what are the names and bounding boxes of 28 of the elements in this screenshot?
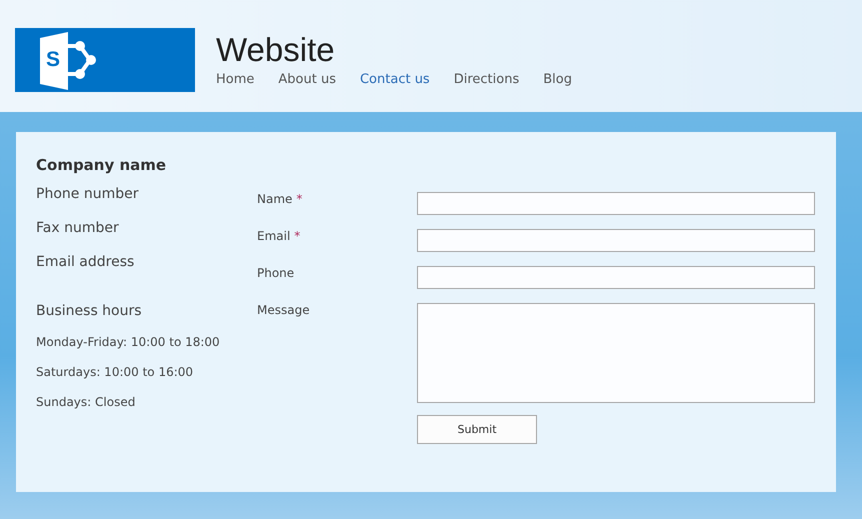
text-field[interactable] [417,266,815,289]
field-label: Message [257,303,310,317]
text-field[interactable] [417,192,815,215]
nav-link[interactable]: Directions [454,72,520,87]
logo-letter: S [46,48,60,72]
field-label: Email [257,229,290,243]
message-field[interactable] [417,303,815,403]
hours-text: Saturdays: 10:00 to 16:00 [36,365,194,381]
contact-detail: Fax number [36,220,120,238]
text-field[interactable] [417,229,815,252]
required-marker: * [294,229,300,243]
nav-link[interactable]: Home [216,72,254,87]
nav-link[interactable]: Blog [543,72,572,87]
submit-button[interactable]: Submit [417,415,537,444]
hours-heading: Business hours [36,303,143,321]
field-label: Name [257,192,292,206]
site-title: Website [216,30,336,70]
nav-link[interactable]: About us [278,72,336,87]
sharepoint-logo-icon [38,32,98,90]
nav-link[interactable]: Contact us [360,72,430,87]
site-logo[interactable]: S [15,28,195,92]
field-label: Phone [257,266,294,280]
company-name: Company name [36,156,168,174]
contact-detail: Email address [36,254,136,272]
required-marker: * [296,192,302,206]
contact-detail: Phone number [36,186,140,204]
hours-text: Monday-Friday: 10:00 to 18:00 [36,335,221,351]
hours-text: Sundays: Closed [36,395,136,411]
